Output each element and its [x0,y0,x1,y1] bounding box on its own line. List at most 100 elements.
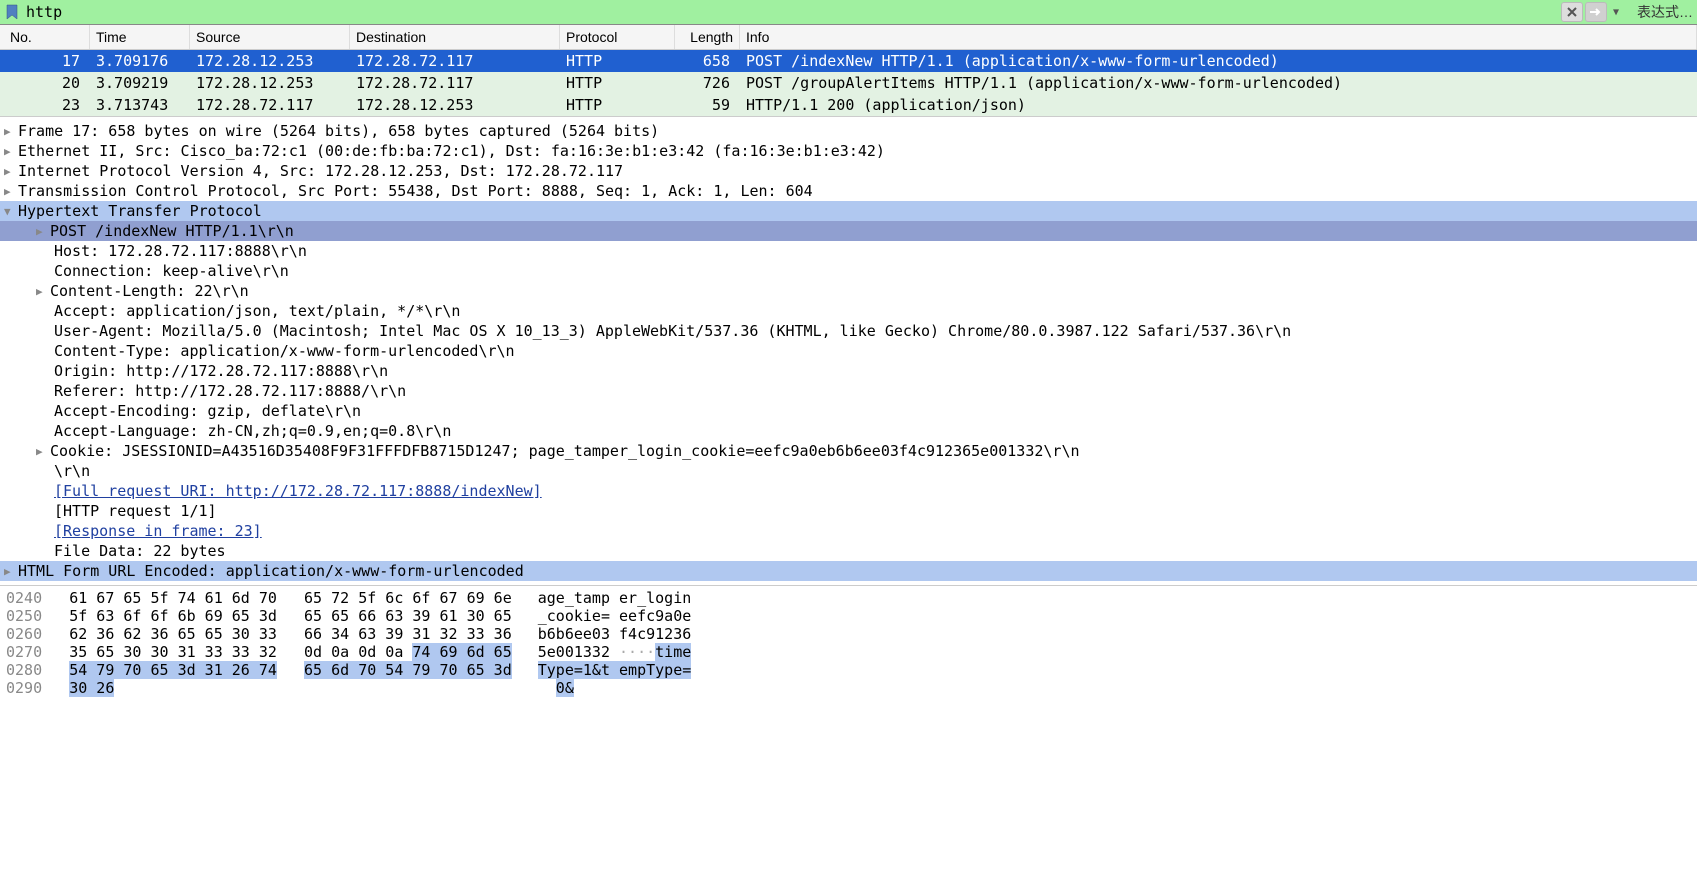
clear-filter-button[interactable] [1561,2,1583,22]
cell-no: 17 [0,50,90,72]
hex-row[interactable]: 0240 61 67 65 5f 74 61 6d 70 65 72 5f 6c… [6,589,1691,607]
detail-text: Internet Protocol Version 4, Src: 172.28… [18,162,623,180]
detail-http-accept-encoding[interactable]: Accept-Encoding: gzip, deflate\r\n [0,401,1697,421]
packet-row[interactable]: 20 3.709219 172.28.12.253 172.28.72.117 … [0,72,1697,94]
collapse-icon[interactable]: ▼ [4,205,18,218]
detail-http-full-uri[interactable]: [Full request URI: http://172.28.72.117:… [0,481,1697,501]
detail-http-accept[interactable]: Accept: application/json, text/plain, */… [0,301,1697,321]
expand-icon[interactable]: ▶ [4,125,18,138]
hex-bytes-highlighted: 65 6d 70 54 79 70 65 3d [304,661,512,679]
col-header-no[interactable]: No. [0,25,90,49]
expand-icon[interactable]: ▶ [36,225,50,238]
detail-text: Frame 17: 658 bytes on wire (5264 bits),… [18,122,659,140]
col-header-time[interactable]: Time [90,25,190,49]
apply-filter-button[interactable] [1585,2,1607,22]
hex-bytes: 0d 0a 0d 0a [304,643,412,661]
cell-length: 726 [675,72,740,94]
col-header-info[interactable]: Info [740,25,1697,49]
hex-bytes: 35 65 30 30 31 33 33 32 [69,643,277,661]
detail-http[interactable]: ▼Hypertext Transfer Protocol [0,201,1697,221]
expand-icon[interactable]: ▶ [36,285,50,298]
cell-info: POST /groupAlertItems HTTP/1.1 (applicat… [740,72,1697,94]
detail-text: POST /indexNew HTTP/1.1\r\n [50,222,294,240]
cell-destination: 172.28.12.253 [350,94,560,116]
detail-ip[interactable]: ▶Internet Protocol Version 4, Src: 172.2… [0,161,1697,181]
detail-http-user-agent[interactable]: User-Agent: Mozilla/5.0 (Macintosh; Inte… [0,321,1697,341]
expand-icon[interactable]: ▶ [36,445,50,458]
hex-ascii-highlighted: 0& [556,679,574,697]
detail-text: HTML Form URL Encoded: application/x-www… [18,562,524,580]
hex-row[interactable]: 0290 30 26 0& [6,679,1691,697]
cell-time: 3.709176 [90,50,190,72]
hex-row[interactable]: 0270 35 65 30 30 31 33 33 32 0d 0a 0d 0a… [6,643,1691,661]
hex-ascii: b6b6ee03 f4c91236 [538,625,692,643]
cell-protocol: HTTP [560,72,675,94]
detail-tcp[interactable]: ▶Transmission Control Protocol, Src Port… [0,181,1697,201]
cell-destination: 172.28.72.117 [350,72,560,94]
filter-actions: ▼ [1561,2,1623,22]
detail-form-urlencoded[interactable]: ▶HTML Form URL Encoded: application/x-ww… [0,561,1697,581]
detail-http-cookie[interactable]: ▶Cookie: JSESSIONID=A43516D35408F9F31FFF… [0,441,1697,461]
display-filter-input[interactable] [26,3,1561,21]
detail-http-request-line[interactable]: ▶POST /indexNew HTTP/1.1\r\n [0,221,1697,241]
packet-list-header: No. Time Source Destination Protocol Len… [0,25,1697,50]
packet-row[interactable]: 17 3.709176 172.28.12.253 172.28.72.117 … [0,50,1697,72]
cell-time: 3.709219 [90,72,190,94]
full-uri-link[interactable]: [Full request URI: http://172.28.72.117:… [54,482,542,500]
hex-ascii-nonprint: ···· [619,643,655,661]
hex-ascii: 5e001332 [538,643,619,661]
detail-http-connection[interactable]: Connection: keep-alive\r\n [0,261,1697,281]
detail-frame[interactable]: ▶Frame 17: 658 bytes on wire (5264 bits)… [0,121,1697,141]
detail-http-file-data[interactable]: File Data: 22 bytes [0,541,1697,561]
expand-icon[interactable]: ▶ [4,145,18,158]
expression-button[interactable]: 表达式… [1637,2,1693,22]
hex-bytes: 65 72 5f 6c 6f 67 69 6e [304,589,512,607]
col-header-destination[interactable]: Destination [350,25,560,49]
cell-source: 172.28.12.253 [190,72,350,94]
cell-time: 3.713743 [90,94,190,116]
detail-http-accept-language[interactable]: Accept-Language: zh-CN,zh;q=0.9,en;q=0.8… [0,421,1697,441]
detail-http-content-type[interactable]: Content-Type: application/x-www-form-url… [0,341,1697,361]
col-header-protocol[interactable]: Protocol [560,25,675,49]
detail-http-origin[interactable]: Origin: http://172.28.72.117:8888\r\n [0,361,1697,381]
cell-length: 59 [675,94,740,116]
detail-text: Ethernet II, Src: Cisco_ba:72:c1 (00:de:… [18,142,885,160]
hex-bytes-highlighted: 74 69 6d 65 [412,643,511,661]
display-filter-bar: ▼ 表达式… [0,0,1697,25]
bookmark-icon[interactable] [4,4,20,20]
expand-icon[interactable]: ▶ [4,185,18,198]
cell-protocol: HTTP [560,94,675,116]
detail-http-response-frame[interactable]: [Response in frame: 23] [0,521,1697,541]
response-frame-link[interactable]: [Response in frame: 23] [54,522,262,540]
hex-row[interactable]: 0280 54 79 70 65 3d 31 26 74 65 6d 70 54… [6,661,1691,679]
expand-icon[interactable]: ▶ [4,565,18,578]
detail-http-referer[interactable]: Referer: http://172.28.72.117:8888/\r\n [0,381,1697,401]
hex-bytes-highlighted: 54 79 70 65 3d 31 26 74 [69,661,277,679]
detail-http-content-length[interactable]: ▶Content-Length: 22\r\n [0,281,1697,301]
col-header-source[interactable]: Source [190,25,350,49]
hex-ascii: age_tamp er_login [538,589,692,607]
detail-http-request-count[interactable]: [HTTP request 1/1] [0,501,1697,521]
cell-protocol: HTTP [560,50,675,72]
hex-bytes: 5f 63 6f 6f 6b 69 65 3d [69,607,277,625]
detail-ethernet[interactable]: ▶Ethernet II, Src: Cisco_ba:72:c1 (00:de… [0,141,1697,161]
hex-bytes: 66 34 63 39 31 32 33 36 [304,625,512,643]
hex-pane: 0240 61 67 65 5f 74 61 6d 70 65 72 5f 6c… [0,585,1697,700]
hex-offset: 0270 [6,643,42,661]
hex-ascii-highlighted: Type=1&t empType= [538,661,692,679]
detail-text: Content-Length: 22\r\n [50,282,249,300]
col-header-length[interactable]: Length [675,25,740,49]
detail-text: Transmission Control Protocol, Src Port:… [18,182,813,200]
hex-offset: 0250 [6,607,42,625]
cell-source: 172.28.72.117 [190,94,350,116]
expand-icon[interactable]: ▶ [4,165,18,178]
hex-offset: 0260 [6,625,42,643]
filter-dropdown-icon[interactable]: ▼ [1609,7,1623,18]
hex-row[interactable]: 0260 62 36 62 36 65 65 30 33 66 34 63 39… [6,625,1691,643]
packet-row[interactable]: 23 3.713743 172.28.72.117 172.28.12.253 … [0,94,1697,116]
hex-row[interactable]: 0250 5f 63 6f 6f 6b 69 65 3d 65 65 66 63… [6,607,1691,625]
detail-http-crlf[interactable]: \r\n [0,461,1697,481]
cell-source: 172.28.12.253 [190,50,350,72]
detail-http-host[interactable]: Host: 172.28.72.117:8888\r\n [0,241,1697,261]
packet-details-pane: ▶Frame 17: 658 bytes on wire (5264 bits)… [0,116,1697,585]
